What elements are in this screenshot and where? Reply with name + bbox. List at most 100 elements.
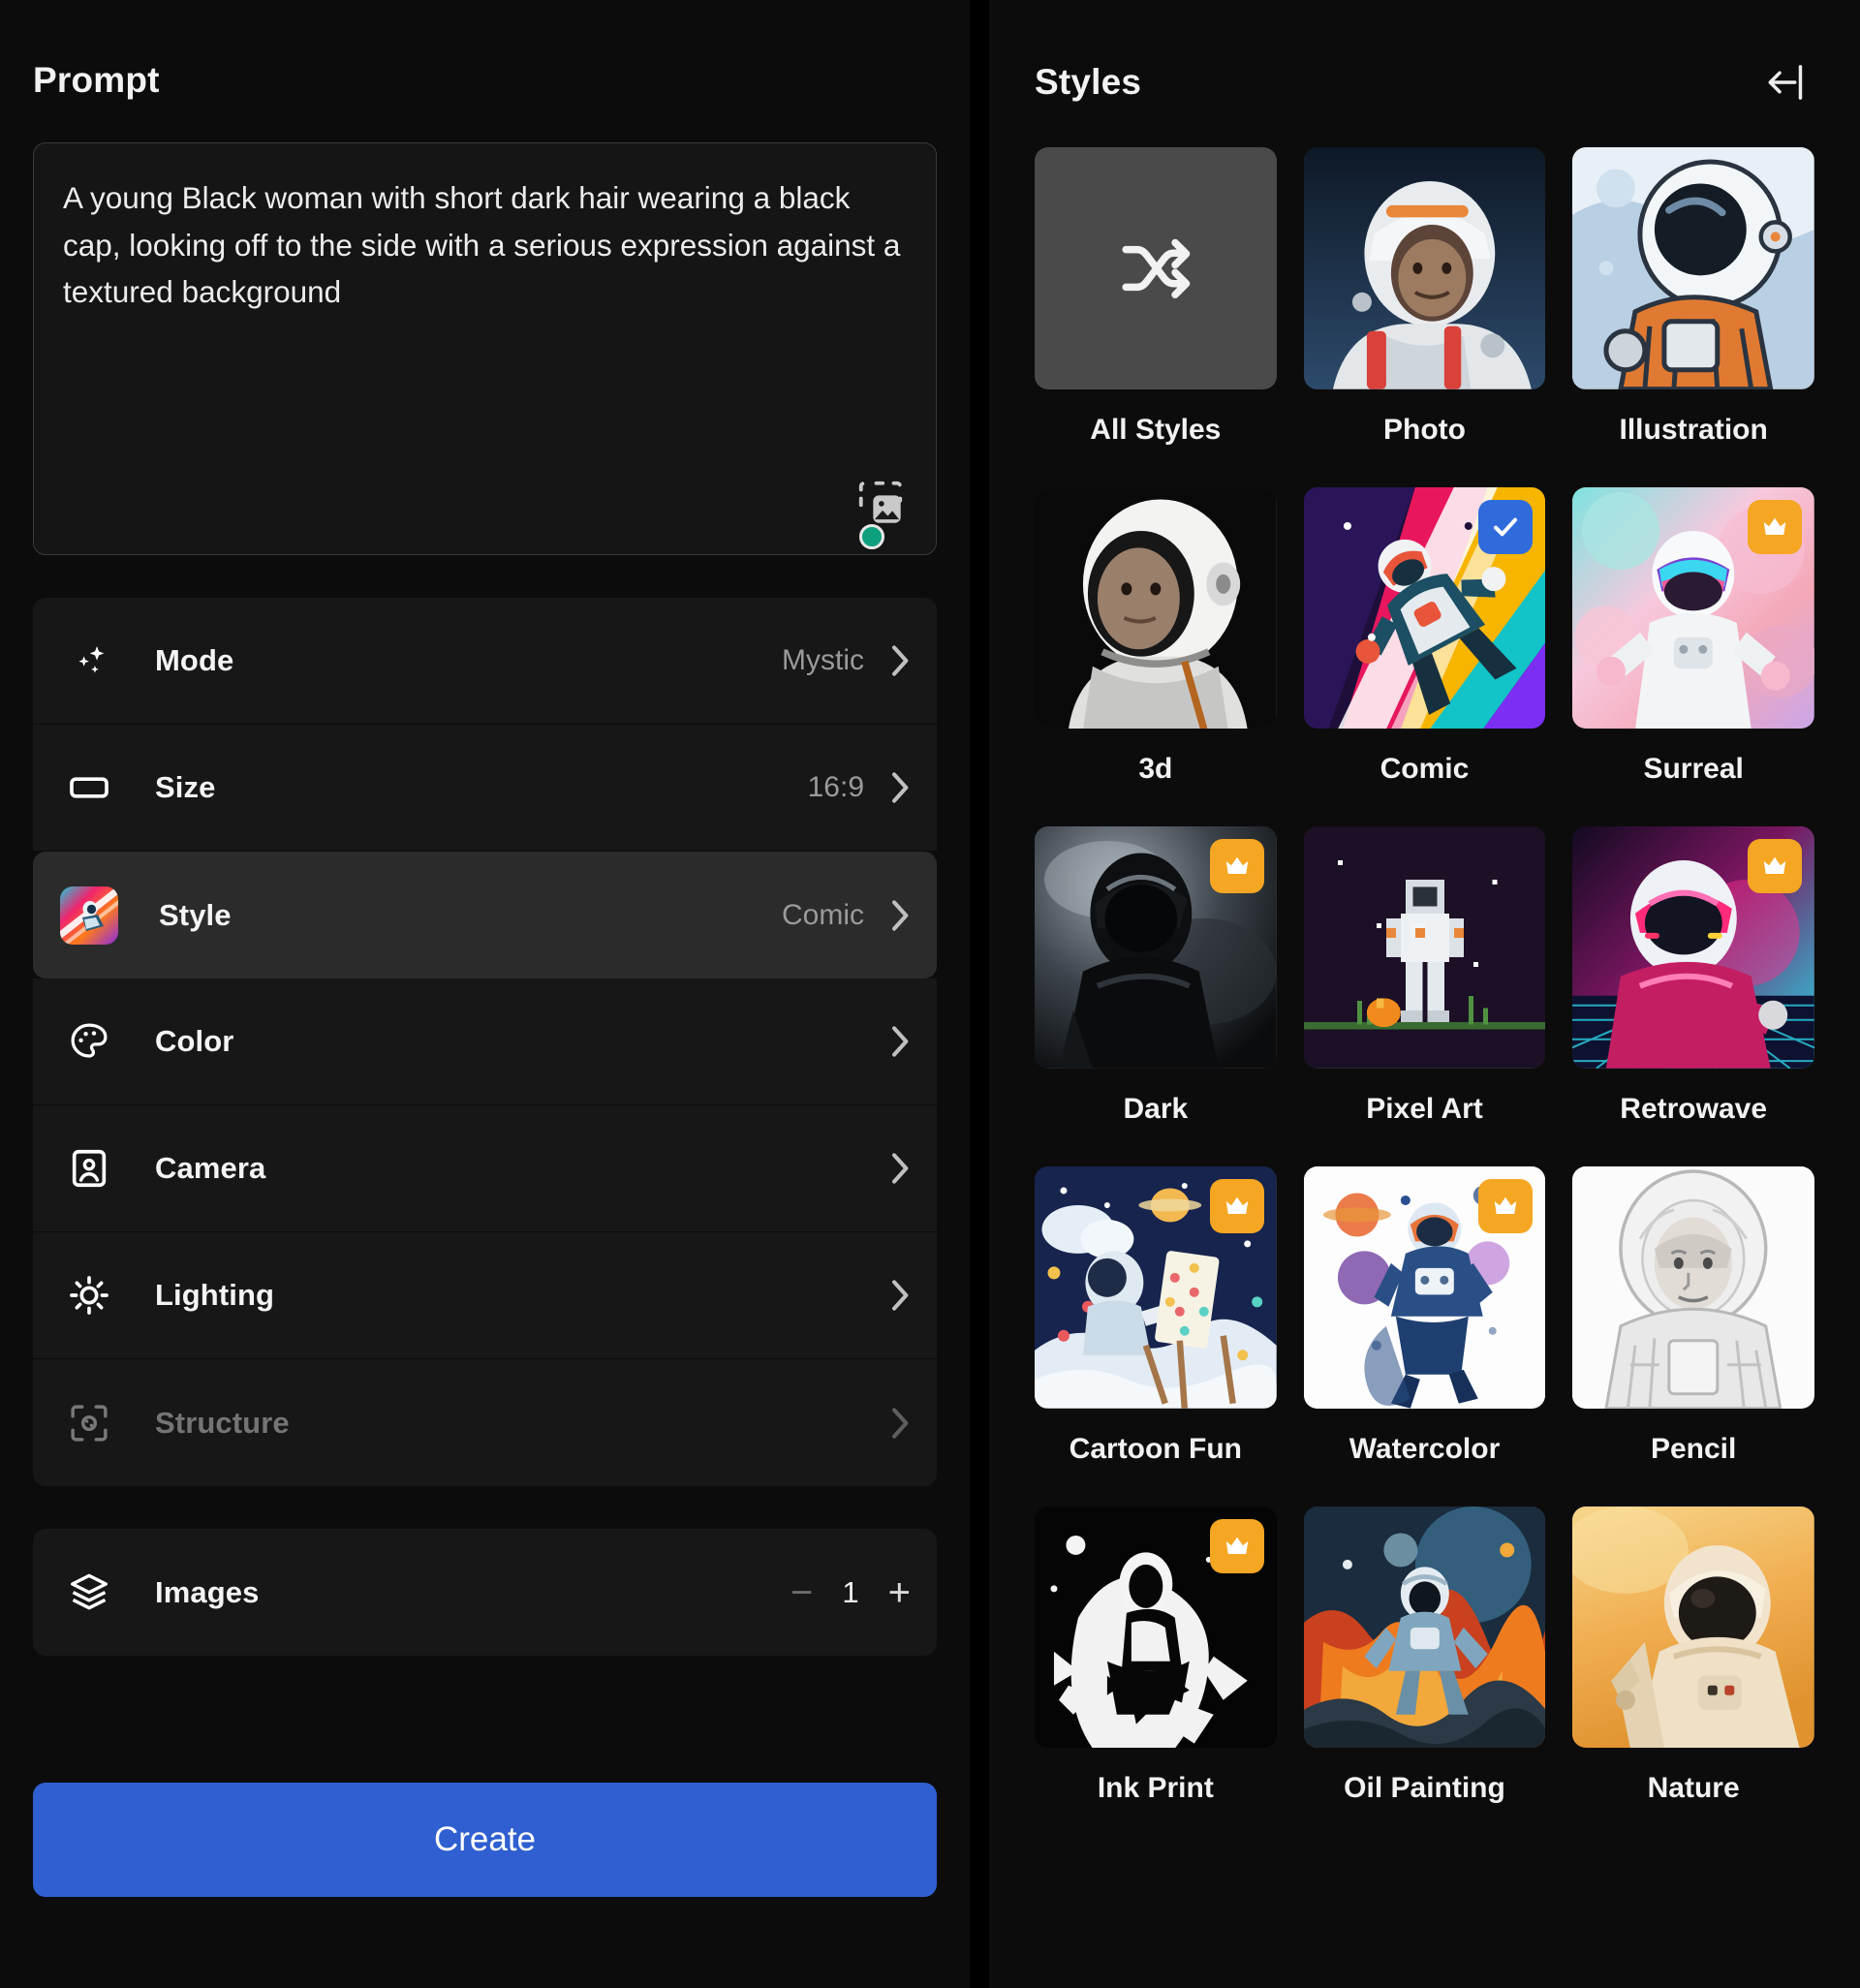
style-label: Surreal (1643, 753, 1744, 786)
style-cell: Comic (1303, 486, 1546, 827)
style-tile-dark[interactable] (1035, 826, 1277, 1069)
sparkles-icon (64, 636, 114, 686)
style-tile-comic[interactable] (1303, 486, 1546, 730)
style-label: Illustration (1619, 413, 1768, 446)
premium-crown-badge (1748, 839, 1802, 894)
chevron-right-icon (889, 1407, 911, 1440)
layers-icon (64, 1568, 114, 1618)
style-label: Ink Print (1097, 1772, 1214, 1805)
collapse-panel-icon[interactable] (1762, 60, 1807, 105)
premium-crown-badge (1748, 499, 1802, 554)
style-art (1572, 1506, 1814, 1749)
chevron-right-icon (889, 899, 911, 932)
setting-row-images: Images − 1 + (33, 1529, 937, 1656)
setting-row-camera[interactable]: Camera (33, 1105, 937, 1232)
panel-divider (970, 0, 989, 1988)
setting-label: Lighting (155, 1278, 275, 1312)
style-cell: Nature (1572, 1506, 1814, 1847)
style-label: 3d (1138, 753, 1173, 786)
style-tile-retrowave[interactable] (1572, 826, 1814, 1070)
style-cell: Cartoon Fun (1035, 1166, 1277, 1507)
style-thumbnail (60, 885, 118, 945)
style-label: Nature (1647, 1772, 1740, 1805)
style-cell: Watercolor (1303, 1166, 1546, 1507)
setting-row-style[interactable]: Style Comic (33, 852, 937, 978)
images-stepper: − 1 + (790, 1573, 911, 1612)
chevron-right-icon (889, 771, 911, 804)
shuffle-icon (1035, 147, 1277, 389)
style-art (1303, 147, 1546, 389)
premium-crown-badge (1209, 1179, 1264, 1234)
selected-check-badge (1478, 499, 1534, 554)
style-tile-3d[interactable] (1035, 486, 1277, 730)
structure-icon (64, 1398, 114, 1448)
prompt-text[interactable]: A young Black woman with short dark hair… (63, 174, 907, 316)
setting-value: Comic (781, 898, 864, 931)
style-tile-photo[interactable] (1303, 147, 1546, 389)
create-button[interactable]: Create (33, 1783, 937, 1897)
style-art (1303, 1506, 1546, 1749)
style-label: Cartoon Fun (1069, 1432, 1242, 1465)
style-label: All Styles (1090, 413, 1222, 446)
setting-label: Structure (155, 1405, 290, 1440)
style-cell: Pixel Art (1303, 826, 1546, 1166)
decrement-images-button[interactable]: − (790, 1573, 813, 1612)
add-image-icon[interactable] (854, 477, 907, 529)
prompt-panel: Prompt A young Black woman with short da… (0, 0, 970, 1988)
style-cell: Photo (1303, 147, 1546, 487)
sun-icon (64, 1270, 114, 1320)
styles-title: Styles (1035, 62, 1142, 102)
prompt-input[interactable]: A young Black woman with short dark hair… (33, 142, 937, 555)
styles-panel: Styles All Styles Photo Illustration 3d … (989, 0, 1860, 1988)
style-art (1572, 147, 1814, 389)
style-cell: All Styles (1035, 147, 1277, 487)
style-label: Oil Painting (1344, 1772, 1505, 1805)
chevron-right-icon (889, 1152, 911, 1185)
style-art (1035, 486, 1277, 730)
style-tile-oil-painting[interactable] (1303, 1506, 1546, 1749)
setting-row-mode[interactable]: Mode Mystic (33, 598, 937, 725)
style-cell: Oil Painting (1303, 1506, 1546, 1847)
style-tile-cartoon-fun[interactable] (1035, 1166, 1277, 1409)
setting-label: Images (155, 1574, 260, 1609)
setting-label: Color (155, 1024, 234, 1058)
style-tile-pencil[interactable] (1572, 1166, 1814, 1409)
setting-row-structure[interactable]: Structure (33, 1359, 937, 1486)
style-art (1572, 1166, 1814, 1409)
setting-value: Mystic (782, 644, 864, 676)
chevron-right-icon (889, 1025, 911, 1058)
style-cell: Pencil (1572, 1166, 1814, 1507)
setting-row-size[interactable]: Size 16:9 (33, 725, 937, 852)
style-label: Watercolor (1348, 1432, 1501, 1465)
style-art (1303, 826, 1546, 1070)
setting-label: Style (159, 897, 232, 932)
images-count-value: 1 (842, 1574, 859, 1609)
style-cell: Retrowave (1572, 826, 1814, 1166)
premium-crown-badge (1209, 839, 1264, 894)
style-label: Pencil (1650, 1432, 1737, 1465)
aspect-ratio-icon (64, 762, 114, 813)
style-tile-watercolor[interactable] (1303, 1166, 1546, 1409)
settings-list: Mode Mystic Size 16:9 Style Comic Color … (33, 598, 937, 1486)
premium-crown-badge (1209, 1518, 1264, 1573)
style-tile-illustration[interactable] (1572, 147, 1814, 389)
style-tile-pixel-art[interactable] (1303, 826, 1546, 1070)
setting-row-lighting[interactable]: Lighting (33, 1232, 937, 1359)
chevron-right-icon (889, 1279, 911, 1312)
style-tile-surreal[interactable] (1572, 486, 1814, 730)
setting-row-color[interactable]: Color (33, 978, 937, 1105)
camera-portrait-icon (64, 1143, 114, 1194)
style-cell: Dark (1035, 826, 1277, 1166)
style-label: Retrowave (1620, 1093, 1768, 1126)
premium-crown-badge (1478, 1179, 1534, 1234)
style-tile-all-styles[interactable] (1035, 147, 1277, 389)
style-tile-nature[interactable] (1572, 1506, 1814, 1749)
style-cell: Surreal (1572, 486, 1814, 827)
increment-images-button[interactable]: + (888, 1573, 911, 1612)
style-tile-ink-print[interactable] (1035, 1506, 1277, 1749)
styles-grid: All Styles Photo Illustration 3d Comic S… (1035, 147, 1814, 1846)
setting-label: Size (155, 770, 216, 804)
style-label: Pixel Art (1366, 1093, 1483, 1126)
styles-header: Styles (1035, 0, 1814, 105)
style-cell: 3d (1035, 486, 1277, 827)
